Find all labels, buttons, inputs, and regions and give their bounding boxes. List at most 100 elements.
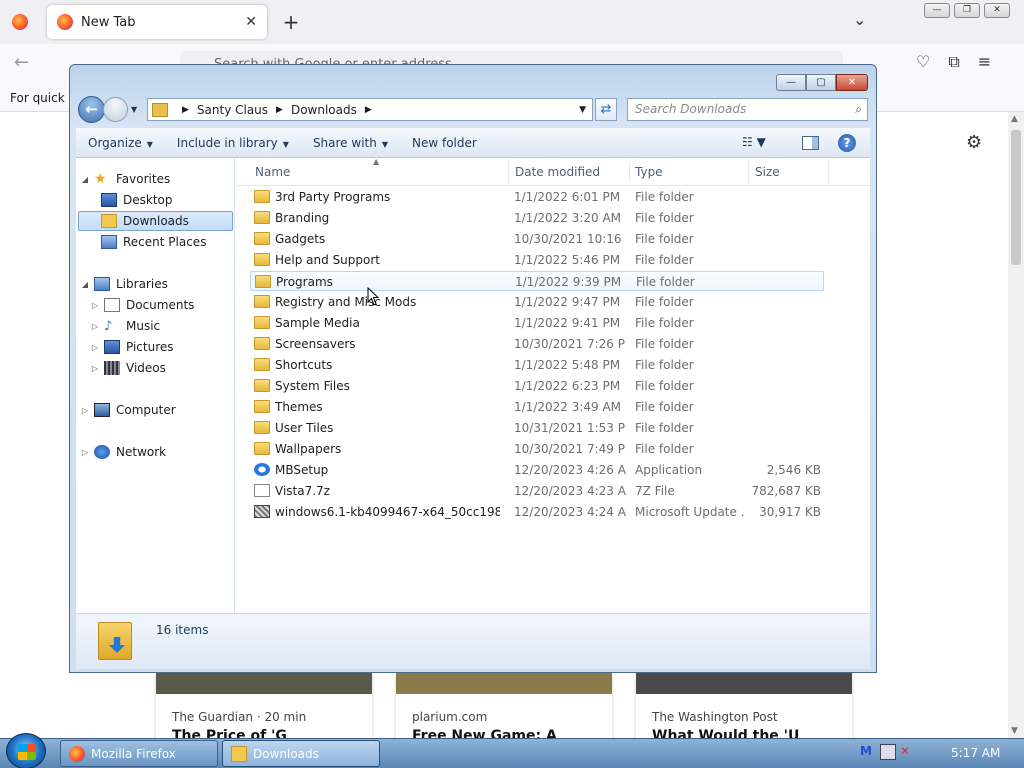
column-name[interactable]: Name [255, 165, 290, 179]
file-row[interactable]: Sample Media 1/1/2022 9:41 PM File folder [250, 313, 824, 333]
taskbar-button-firefox[interactable]: Mozilla Firefox [60, 740, 218, 767]
clock[interactable]: 5:17 AM [951, 746, 1000, 760]
file-row[interactable]: 3rd Party Programs 1/1/2022 6:01 PM File f… [250, 187, 824, 207]
file-row[interactable]: System Files 1/1/2022 6:23 PM File folder [250, 376, 824, 396]
column-divider[interactable] [508, 162, 509, 182]
extensions-icon[interactable]: ⧉ [948, 52, 959, 72]
file-row[interactable]: Gadgets 10/30/2021 10:16 ... File folder [250, 229, 824, 249]
minimize-button[interactable]: — [924, 3, 950, 18]
list-all-tabs-button[interactable]: ⌄ [853, 10, 866, 29]
help-icon[interactable]: ? [838, 134, 856, 152]
folder-icon [254, 190, 270, 203]
address-bar[interactable]: ▶ Santy Claus ▶ Downloads ▶ ▼ [147, 98, 593, 121]
breadcrumb-item[interactable]: Santy Claus [197, 103, 268, 117]
scroll-down-icon[interactable]: ▼ [1011, 726, 1018, 736]
column-size[interactable]: Size [755, 165, 780, 179]
file-date: 12/20/2023 4:26 AM [514, 463, 626, 477]
nav-pictures[interactable]: ▷ Pictures [90, 337, 174, 357]
search-input[interactable]: Search Downloads ⌕ [627, 98, 868, 121]
expand-icon[interactable]: ▷ [80, 406, 90, 415]
expand-icon[interactable]: ▷ [90, 343, 100, 352]
expand-icon[interactable]: ▷ [80, 448, 90, 457]
scroll-up-icon[interactable]: ▲ [1011, 114, 1018, 124]
minimize-button[interactable]: — [776, 74, 806, 91]
column-divider[interactable] [629, 162, 630, 182]
back-button[interactable]: ← [78, 96, 105, 123]
search-icon[interactable]: ⌕ [855, 99, 862, 120]
taskbar-button-downloads[interactable]: Downloads [222, 740, 380, 767]
network-icon [94, 445, 110, 459]
nav-network[interactable]: ▷ Network [80, 442, 166, 462]
file-row[interactable]: Programs 1/1/2022 9:39 PM File folder [250, 271, 824, 291]
nav-desktop[interactable]: Desktop [101, 190, 173, 210]
file-row[interactable]: Registry and Misc Mods 1/1/2022 9:47 PM Fi… [250, 292, 824, 312]
collapse-icon[interactable]: ◢ [80, 175, 90, 184]
nav-computer[interactable]: ▷ Computer [80, 400, 176, 420]
new-tab-button[interactable]: + [280, 10, 302, 34]
firefox-tab-new-tab[interactable]: New Tab ✕ [47, 5, 267, 39]
close-tab-icon[interactable]: ✕ [245, 14, 257, 30]
file-row[interactable]: Screensavers 10/30/2021 7:26 PM File folde… [250, 334, 824, 354]
column-date-modified[interactable]: Date modified [515, 165, 600, 179]
nav-videos[interactable]: ▷ Videos [90, 358, 166, 378]
chevron-right-icon[interactable]: ▶ [182, 105, 189, 115]
file-row[interactable]: Branding 1/1/2022 3:20 AM File folder [250, 208, 824, 228]
refresh-icon[interactable]: ⇄ [595, 98, 617, 121]
chevron-right-icon[interactable]: ▶ [365, 105, 372, 115]
column-divider[interactable] [828, 162, 829, 182]
expand-icon[interactable]: ▷ [90, 364, 100, 373]
nav-recent-places[interactable]: Recent Places [101, 232, 206, 252]
close-button[interactable]: ✕ [984, 3, 1010, 18]
file-type: 7Z File [635, 484, 675, 498]
file-row[interactable]: Vista7.7z 12/20/2023 4:23 AM 7Z File 782,68… [250, 481, 824, 501]
organize-button[interactable]: Organize ▼ [76, 136, 165, 150]
file-row[interactable]: windows6.1-kb4099467-x64_50cc1986b24... 1… [250, 502, 824, 522]
menu-icon[interactable]: ≡ [978, 52, 991, 72]
start-button[interactable] [6, 733, 46, 768]
share-with-button[interactable]: Share with ▼ [301, 136, 400, 150]
back-arrow-icon[interactable]: ← [14, 52, 29, 73]
include-in-library-button[interactable]: Include in library ▼ [165, 136, 301, 150]
page-scrollbar[interactable]: ▲ ▼ [1008, 112, 1024, 738]
column-divider[interactable] [748, 162, 749, 182]
story-card[interactable]: The Washington Post What Would the 'U [636, 672, 852, 744]
preview-pane-icon[interactable] [802, 136, 819, 150]
collapse-icon[interactable]: ◢ [80, 280, 90, 289]
network-status-icon[interactable] [880, 744, 896, 760]
file-row[interactable]: User Tiles 10/31/2021 1:53 PM File folder [250, 418, 824, 438]
file-row[interactable]: Shortcuts 1/1/2022 5:48 PM File folder [250, 355, 824, 375]
nav-documents[interactable]: ▷ Documents [90, 295, 194, 315]
volume-muted-icon[interactable]: ✕ [900, 744, 916, 760]
column-type[interactable]: Type [635, 165, 663, 179]
malwarebytes-icon[interactable]: M [860, 744, 876, 760]
forward-button[interactable] [103, 97, 128, 122]
file-row[interactable]: Help and Support 1/1/2022 5:46 PM File fol… [250, 250, 824, 270]
nav-libraries[interactable]: ◢ Libraries [80, 274, 168, 294]
recent-pages-icon[interactable]: ▼ [131, 105, 137, 114]
restore-button[interactable]: ❐ [954, 3, 980, 18]
close-button[interactable]: ✕ [836, 74, 868, 91]
file-row[interactable]: Themes 1/1/2022 3:49 AM File folder [250, 397, 824, 417]
nav-music[interactable]: ▷ ♪ Music [90, 316, 160, 336]
nav-downloads[interactable]: Downloads [78, 211, 233, 231]
settings-gear-icon[interactable]: ⚙ [966, 132, 982, 153]
breadcrumb-item[interactable]: Downloads [291, 103, 357, 117]
story-card[interactable]: The Guardian · 20 min The Price of 'G [156, 672, 372, 744]
file-row[interactable]: Wallpapers 10/30/2021 7:49 PM File folder [250, 439, 824, 459]
maximize-button[interactable]: ▢ [806, 74, 836, 91]
pocket-icon[interactable]: ♡ [916, 52, 930, 72]
expand-icon[interactable]: ▷ [90, 322, 100, 331]
change-view-icon[interactable]: ☷ ▼ [742, 135, 766, 149]
new-folder-button[interactable]: New folder [400, 136, 489, 150]
file-name: Branding [275, 211, 330, 225]
scrollbar-thumb[interactable] [1011, 130, 1021, 265]
file-name: Screensavers [275, 337, 356, 351]
address-history-icon[interactable]: ▼ [579, 105, 586, 115]
nav-favorites[interactable]: ◢ ★ Favorites [80, 169, 170, 189]
expand-icon[interactable]: ▷ [90, 301, 100, 310]
story-card[interactable]: plarium.com Free New Game: A [396, 672, 612, 744]
file-row[interactable]: MBSetup 12/20/2023 4:26 AM Application 2,54… [250, 460, 824, 480]
star-icon: ★ [94, 171, 107, 187]
chevron-right-icon[interactable]: ▶ [276, 105, 283, 115]
file-size: 2,546 KB [766, 463, 821, 477]
